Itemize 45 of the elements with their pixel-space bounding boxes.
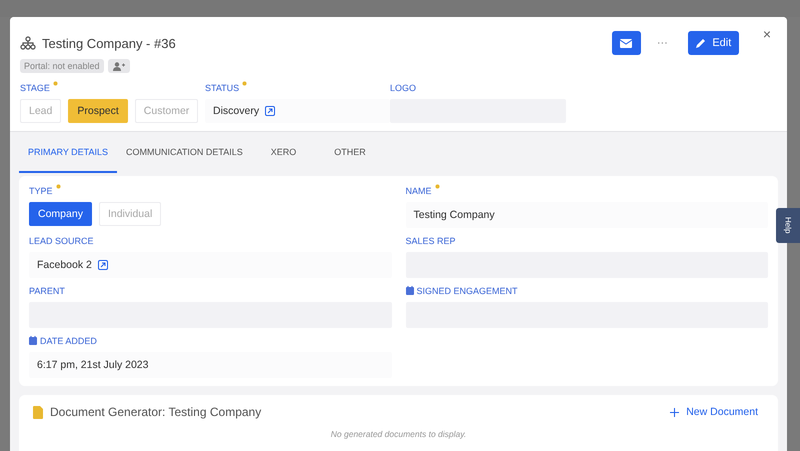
field-label: SALES REP — [406, 236, 456, 246]
status-field[interactable]: Discovery — [205, 99, 390, 123]
add-user-button[interactable] — [108, 59, 130, 73]
field-label: LEAD SOURCE — [29, 236, 94, 246]
field-label: DATE ADDED — [40, 336, 97, 346]
field-label: LOGO — [390, 83, 416, 93]
more-button[interactable]: ··· — [646, 37, 678, 49]
required-icon — [52, 81, 58, 86]
edit-button[interactable]: Edit — [688, 31, 739, 55]
tab[interactable]: PRIMARY DETAILS — [19, 132, 118, 173]
record-title: Testing Company - #36 — [42, 36, 176, 50]
portal-status-badge: Portal: not enabled — [20, 59, 104, 73]
required-icon — [242, 81, 248, 86]
plus-icon — [670, 408, 680, 416]
text-field[interactable]: Testing Company — [406, 202, 768, 228]
calendar-icon — [406, 286, 414, 295]
text-field[interactable]: Facebook 2 — [29, 252, 392, 278]
envelope-icon — [620, 38, 632, 48]
tab[interactable]: COMMUNICATION DETAILS — [117, 132, 252, 173]
tab[interactable]: OTHER — [315, 132, 385, 173]
external-link-icon — [98, 260, 108, 270]
new-document-button[interactable]: New Document — [664, 405, 764, 419]
hierarchy-icon — [20, 36, 36, 50]
pencil-icon — [695, 38, 706, 48]
field-label: NAME — [406, 186, 432, 196]
email-button[interactable] — [612, 31, 641, 55]
type-option[interactable]: Company — [29, 202, 92, 226]
field-label: PARENT — [29, 286, 65, 296]
stage-option[interactable]: Prospect — [68, 99, 128, 123]
field-label: TYPE — [29, 186, 53, 196]
required-icon — [434, 184, 440, 189]
required-icon — [56, 184, 61, 189]
help-tab[interactable]: Help — [776, 208, 800, 243]
empty-message: No generated documents to display. — [330, 429, 468, 439]
close-button[interactable]: × — [756, 25, 777, 43]
document-icon — [33, 406, 43, 418]
text-field[interactable]: 6:17 pm, 21st July 2023 — [29, 352, 392, 378]
field-label: SIGNED ENGAGEMENT — [416, 286, 518, 296]
card-title: Document Generator: Testing Company — [50, 405, 262, 419]
field-label: STATUS — [205, 83, 240, 93]
tab[interactable]: XERO — [252, 132, 316, 173]
field-label: STAGE — [20, 83, 50, 93]
calendar-icon — [29, 336, 37, 345]
add-person-icon — [112, 62, 125, 70]
external-link-icon — [265, 106, 276, 116]
